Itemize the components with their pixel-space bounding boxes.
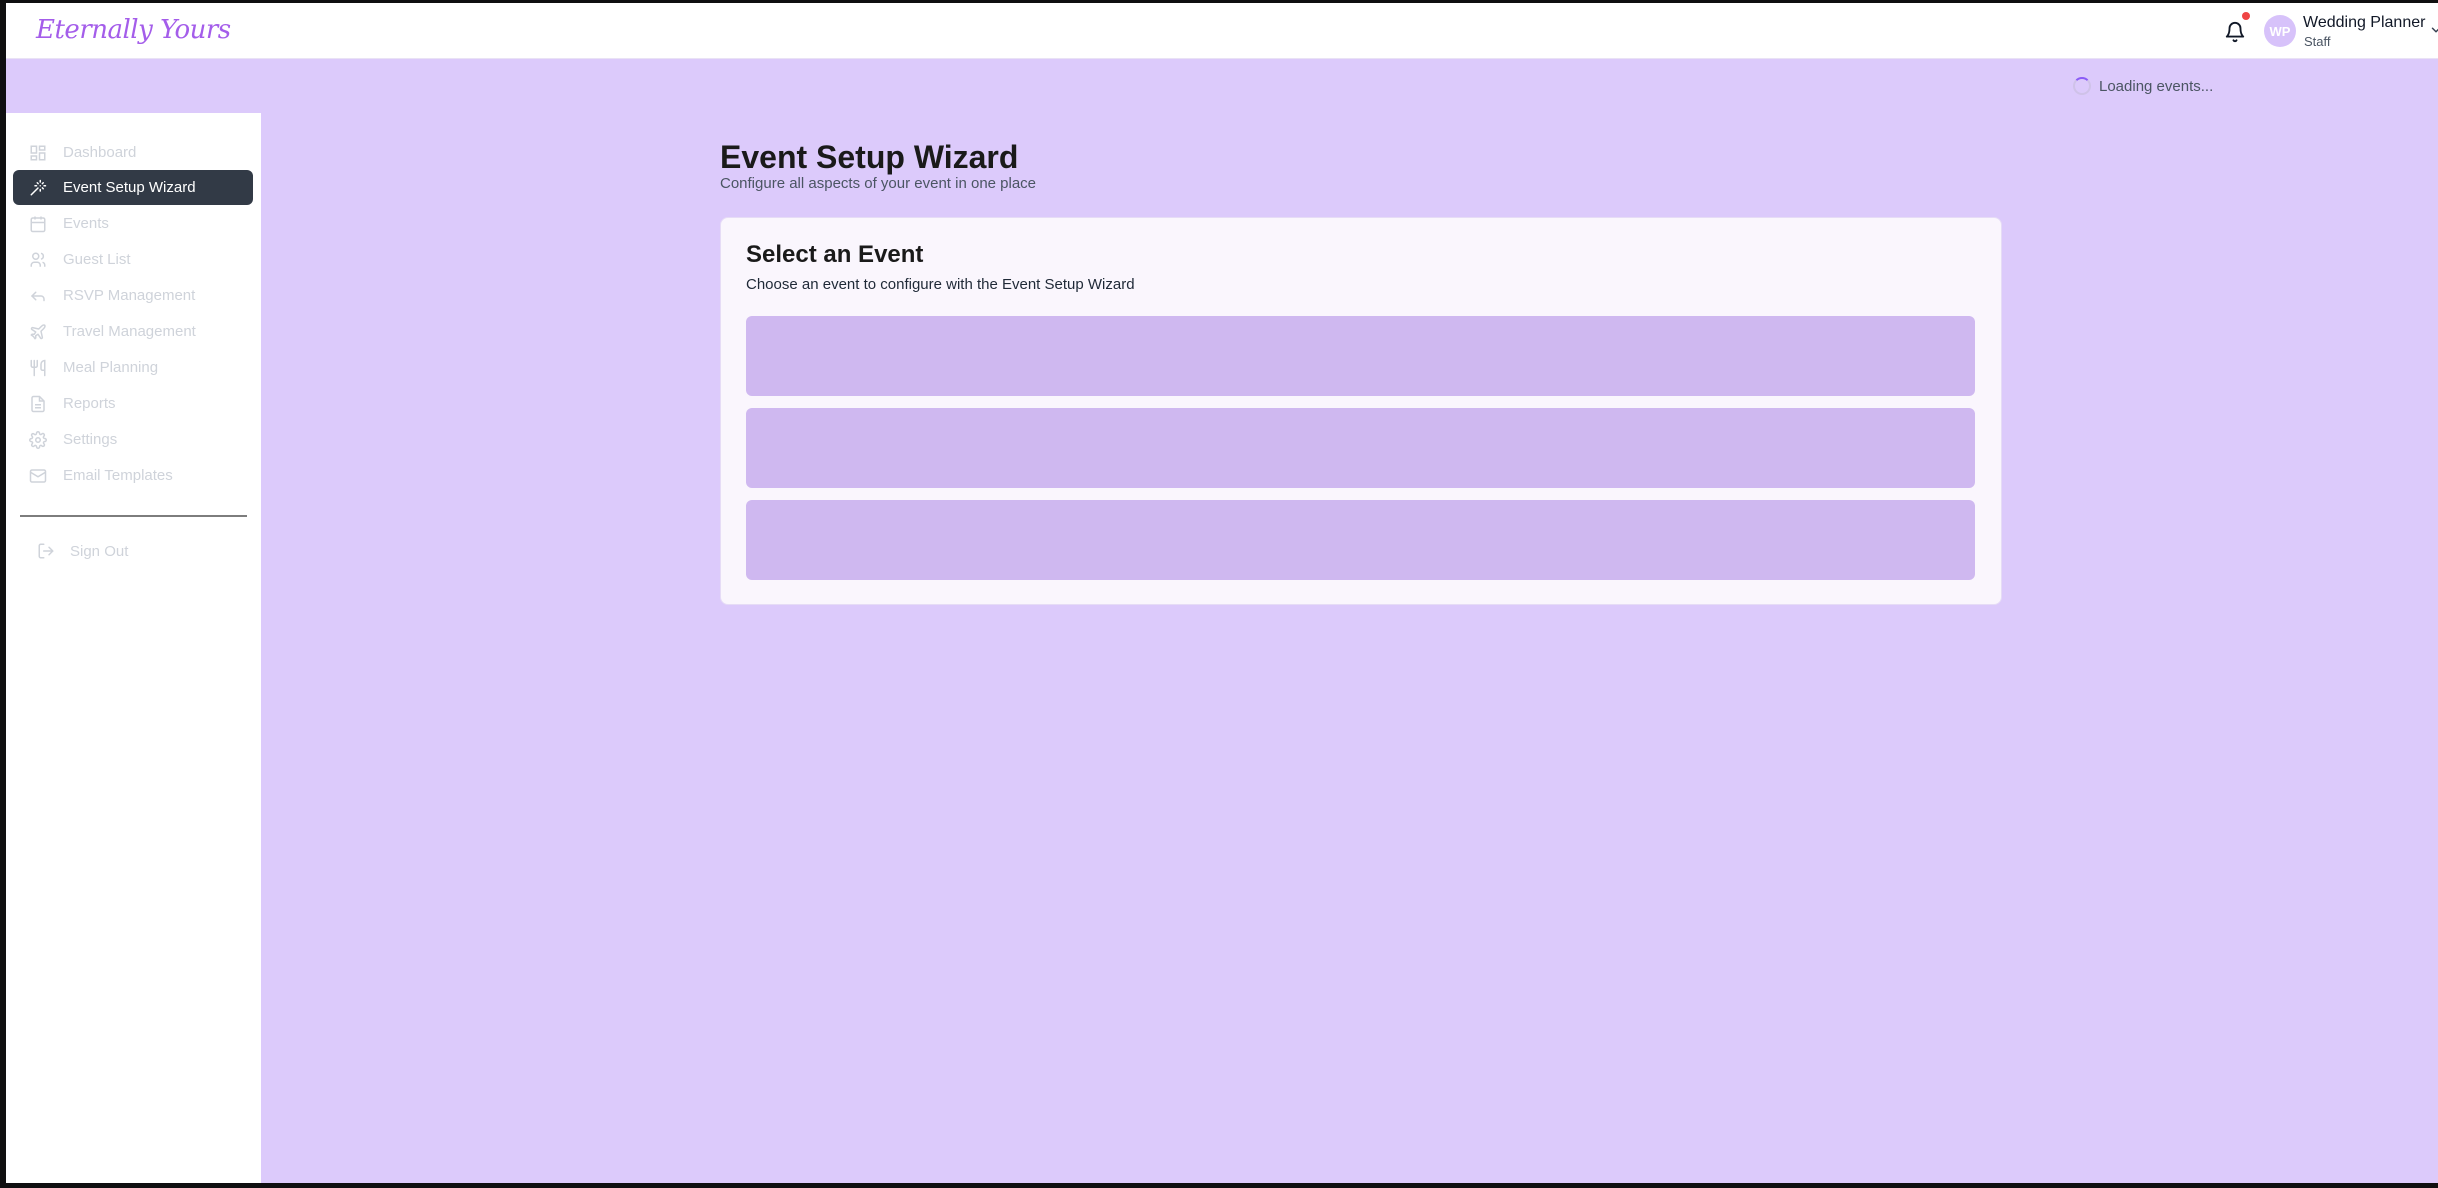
sidebar-item-label: Dashboard [63, 144, 137, 161]
app-window: Eternally Yours WP Wedding Planner Staff… [6, 3, 2438, 1183]
sidebar-item-label: Email Templates [63, 467, 173, 484]
sidebar-divider [20, 515, 247, 517]
sidebar-item-rsvp-management[interactable]: RSVP Management [13, 278, 253, 313]
sidebar: Dashboard Event Setup Wizard Events Gues… [6, 113, 261, 1183]
sidebar-item-meal-planning[interactable]: Meal Planning [13, 350, 253, 385]
sidebar-item-label: Guest List [63, 251, 131, 268]
mail-icon [28, 466, 48, 486]
sidebar-item-settings[interactable]: Settings [13, 422, 253, 457]
spinner-icon [2073, 77, 2091, 95]
reply-icon [28, 286, 48, 306]
file-icon [28, 394, 48, 414]
calendar-icon [28, 214, 48, 234]
event-skeleton-row [746, 408, 1975, 488]
event-select-card: Select an Event Choose an event to confi… [720, 217, 2002, 605]
page-subtitle: Configure all aspects of your event in o… [720, 175, 1037, 192]
sidebar-item-travel-management[interactable]: Travel Management [13, 314, 253, 349]
sidebar-item-email-templates[interactable]: Email Templates [13, 458, 253, 493]
wand-icon [28, 178, 48, 198]
loading-indicator: Loading events... [2073, 77, 2213, 95]
sidebar-item-label: Travel Management [63, 323, 196, 340]
loading-text: Loading events... [2099, 77, 2214, 95]
dashboard-icon [28, 143, 48, 163]
app-logo[interactable]: Eternally Yours [36, 15, 231, 45]
sidebar-item-label: Events [63, 215, 109, 232]
chevron-down-icon[interactable] [2429, 23, 2438, 37]
notification-badge [2242, 12, 2250, 20]
utensils-icon [28, 358, 48, 378]
log-out-icon [36, 541, 56, 561]
sidebar-item-label: Settings [63, 431, 118, 448]
sidebar-item-events[interactable]: Events [13, 206, 253, 241]
event-skeleton-row [746, 500, 1975, 580]
sidebar-item-label: Meal Planning [63, 359, 159, 376]
user-role: Staff [2304, 34, 2331, 49]
users-icon [28, 250, 48, 270]
sidebar-item-label: Reports [63, 395, 116, 412]
user-name[interactable]: Wedding Planner [2303, 14, 2425, 32]
plane-icon [28, 322, 48, 342]
sidebar-item-label: Event Setup Wizard [63, 179, 196, 196]
card-title: Select an Event [746, 241, 924, 268]
sidebar-item-reports[interactable]: Reports [13, 386, 253, 421]
top-bar: Eternally Yours WP Wedding Planner Staff [6, 3, 2438, 59]
page-title: Event Setup Wizard [720, 139, 1019, 175]
sign-out-label: Sign Out [70, 542, 129, 560]
sidebar-item-guest-list[interactable]: Guest List [13, 242, 253, 277]
card-subtitle: Choose an event to configure with the Ev… [746, 276, 1135, 293]
sidebar-item-dashboard[interactable]: Dashboard [13, 135, 253, 170]
sidebar-item-event-setup-wizard[interactable]: Event Setup Wizard [13, 170, 253, 205]
bell-icon[interactable] [2224, 21, 2246, 43]
event-skeleton-row [746, 316, 1975, 396]
sidebar-item-label: RSVP Management [63, 287, 196, 304]
gear-icon [28, 430, 48, 450]
avatar[interactable]: WP [2264, 15, 2296, 47]
sign-out-button[interactable]: Sign Out [36, 537, 128, 565]
